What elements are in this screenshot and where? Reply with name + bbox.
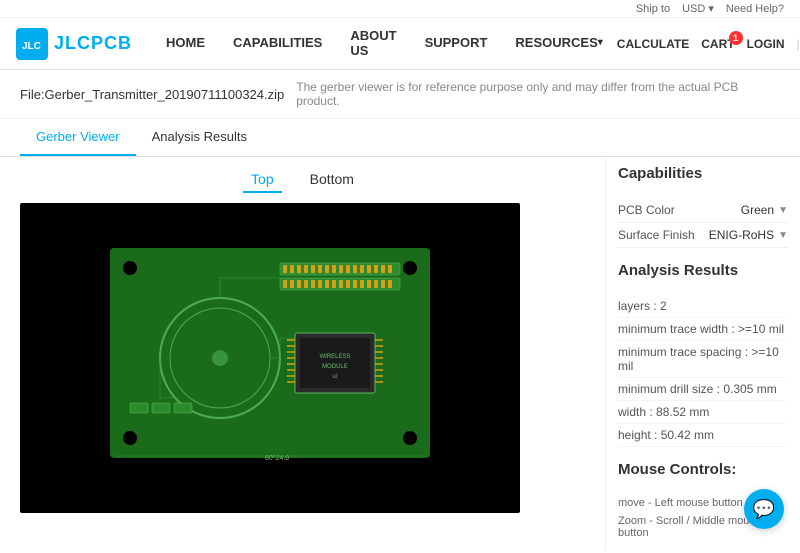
chat-icon: 💬 (753, 499, 775, 520)
file-note: The gerber viewer is for reference purpo… (296, 80, 780, 108)
svg-text:MODULE: MODULE (322, 364, 348, 370)
nav-support[interactable]: SUPPORT (411, 18, 502, 70)
svg-text:v2: v2 (332, 374, 338, 380)
surface-finish-dropdown-icon[interactable]: ▼ (778, 230, 788, 241)
nav-right: CALCULATE CART 1 LOGIN | REGISTER (617, 37, 800, 51)
svg-text:JLC: JLC (22, 41, 41, 52)
capabilities-title: Capabilities (618, 165, 788, 188)
analysis-section: Analysis Results layers : 2 minimum trac… (618, 262, 788, 447)
nav-resources[interactable]: RESOURCES (501, 18, 616, 70)
top-view-button[interactable]: Top (243, 167, 282, 193)
nav-about[interactable]: ABOUT US (336, 18, 410, 70)
surface-finish-label: Surface Finish (618, 228, 695, 242)
cart-button[interactable]: CART 1 (701, 37, 734, 51)
pcb-color-value: Green ▼ (741, 203, 788, 217)
analysis-item-1: minimum trace width : >=10 mil (618, 318, 788, 341)
bottom-view-button[interactable]: Bottom (302, 167, 362, 193)
main-content: Top Bottom (0, 157, 800, 550)
view-toggle: Top Bottom (20, 167, 585, 193)
left-panel: Top Bottom (0, 157, 605, 550)
nav-links: HOME CAPABILITIES ABOUT US SUPPORT RESOU… (152, 18, 617, 70)
file-bar: File:Gerber_Transmitter_20190711100324.z… (0, 70, 800, 119)
svg-text:80°24.0: 80°24.0 (265, 454, 289, 462)
login-button[interactable]: LOGIN (747, 37, 785, 51)
pcb-color-label: PCB Color (618, 203, 675, 217)
surface-finish-value: ENIG-RoHS ▼ (709, 228, 788, 242)
ship-to-label: Ship to (636, 3, 670, 15)
pcb-color-dropdown-icon[interactable]: ▼ (778, 205, 788, 216)
logo[interactable]: JLC JLCPCB (16, 28, 132, 60)
tab-gerber-viewer[interactable]: Gerber Viewer (20, 119, 136, 156)
navbar: JLC JLCPCB HOME CAPABILITIES ABOUT US SU… (0, 18, 800, 70)
analysis-item-3: minimum drill size : 0.305 mm (618, 378, 788, 401)
surface-finish-row: Surface Finish ENIG-RoHS ▼ (618, 223, 788, 248)
tab-analysis-results[interactable]: Analysis Results (136, 119, 263, 156)
need-help-link[interactable]: Need Help? (726, 3, 784, 15)
chat-button[interactable]: 💬 (744, 489, 784, 529)
nav-divider: | (797, 37, 800, 51)
analysis-title: Analysis Results (618, 262, 788, 285)
logo-icon: JLC (16, 28, 48, 60)
top-bar: Ship to USD ▾ Need Help? (0, 0, 800, 18)
nav-home[interactable]: HOME (152, 18, 219, 70)
calculate-button[interactable]: CALCULATE (617, 37, 689, 51)
currency-selector[interactable]: USD ▾ (682, 2, 714, 15)
analysis-item-4: width : 88.52 mm (618, 401, 788, 424)
analysis-item-0: layers : 2 (618, 295, 788, 318)
pcb-color-row: PCB Color Green ▼ (618, 198, 788, 223)
file-name: File:Gerber_Transmitter_20190711100324.z… (20, 87, 284, 102)
pcb-image: WIRELESS MODULE v2 (80, 238, 460, 478)
cart-badge: 1 (729, 31, 743, 45)
logo-text: JLCPCB (54, 33, 132, 54)
nav-capabilities[interactable]: CAPABILITIES (219, 18, 336, 70)
pcb-viewer[interactable]: WIRELESS MODULE v2 (20, 203, 520, 513)
tabs-bar: Gerber Viewer Analysis Results (0, 119, 800, 157)
mouse-controls-title: Mouse Controls: (618, 461, 788, 484)
analysis-item-2: minimum trace spacing : >=10 mil (618, 341, 788, 378)
svg-text:WIRELESS: WIRELESS (319, 354, 350, 360)
analysis-item-5: height : 50.42 mm (618, 424, 788, 447)
